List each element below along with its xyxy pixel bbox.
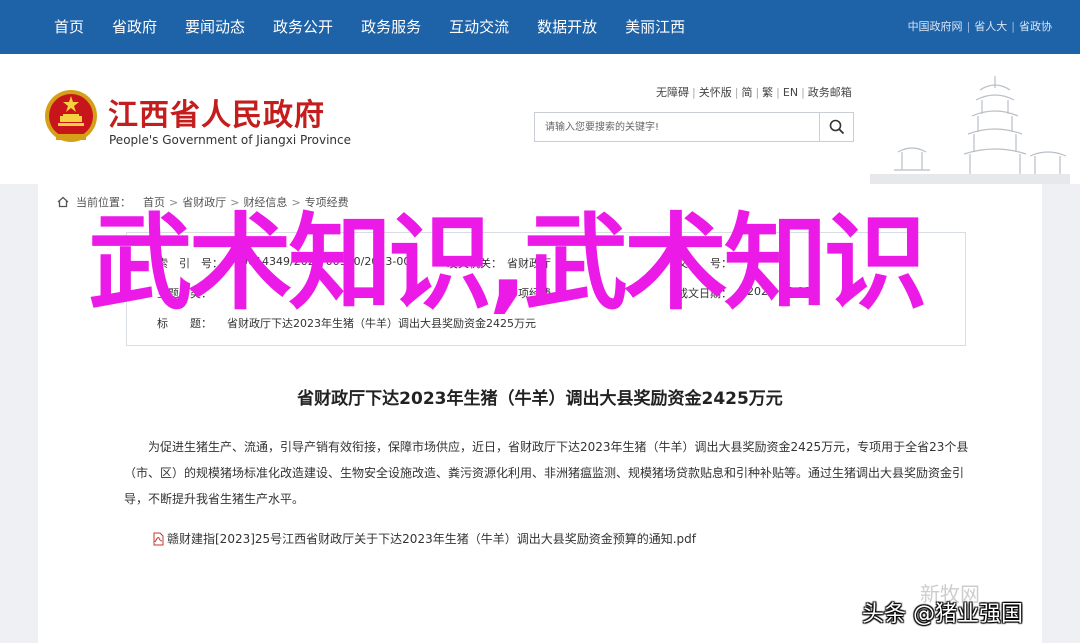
search-icon xyxy=(829,119,844,135)
utility-links: 无障碍 | 关怀版 | 简 | 繁 | EN | 政务邮箱 xyxy=(656,84,852,100)
breadcrumb-special-funds[interactable]: 专项经费 xyxy=(305,194,349,210)
breadcrumb-home[interactable]: 首页 xyxy=(143,194,165,210)
breadcrumb-label: 当前位置： xyxy=(76,196,131,209)
pagoda-illustration xyxy=(870,76,1070,184)
article-title: 省财政厅下达2023年生猪（牛羊）调出大县奖励资金2425万元 xyxy=(297,389,783,409)
site-header: 江西省人民政府 People's Government of Jiangxi P… xyxy=(0,54,1080,184)
link-central-gov[interactable]: 中国政府网 xyxy=(908,20,963,33)
link-simplified[interactable]: 简 xyxy=(741,86,752,99)
document-metadata-table: 索 引 号： 000014349/2023-00970/2023-003 发文机… xyxy=(126,232,966,346)
divider: | xyxy=(776,86,780,99)
nav-item-gov-affairs[interactable]: 政务公开 xyxy=(259,0,347,54)
site-subtitle-en: People's Government of Jiangxi Province xyxy=(109,133,352,147)
link-english[interactable]: EN xyxy=(783,86,798,99)
meta-category-label: 主题分类： xyxy=(157,287,212,300)
meta-date-value: 2023-05-09 xyxy=(747,285,811,298)
nav-item-gov-services[interactable]: 政务服务 xyxy=(347,0,435,54)
link-provincial-cppcc[interactable]: 省政协 xyxy=(1019,20,1052,33)
article-body: 为促进生猪生产、流通，引导产销有效衔接，保障市场供应，近日，省财政厅下达2023… xyxy=(124,440,969,506)
nav-item-home[interactable]: 首页 xyxy=(40,0,98,54)
meta-docno-label: 文 号： xyxy=(677,257,732,270)
attachment-filename[interactable]: 赣财建指[2023]25号江西省财政厅关于下达2023年生猪（牛羊）调出大县奖励… xyxy=(167,530,696,547)
attachment-link[interactable]: 赣财建指[2023]25号江西省财政厅关于下达2023年生猪（牛羊）调出大县奖励… xyxy=(152,530,696,547)
nav-item-news[interactable]: 要闻动态 xyxy=(171,0,259,54)
meta-issuer-label: 发文机关： xyxy=(447,257,502,270)
breadcrumb-finance-info[interactable]: 财经信息 xyxy=(243,194,287,210)
external-links: 中国政府网 | 省人大 | 省政协 xyxy=(908,0,1052,54)
top-nav-bar: 首页 省政府 要闻动态 政务公开 政务服务 互动交流 数据开放 美丽江西 中国政… xyxy=(0,0,1080,54)
divider: | xyxy=(1011,20,1015,33)
meta-index-value: 000014349/2023-00970/2023-003 xyxy=(227,255,418,268)
meta-date-label: 成文日期： xyxy=(677,287,732,300)
meta-title-label: 标 题： xyxy=(157,317,212,330)
home-icon xyxy=(57,196,69,208)
divider: | xyxy=(755,86,760,99)
breadcrumb-separator: > xyxy=(291,195,301,209)
breadcrumb-separator: > xyxy=(169,195,179,209)
link-traditional[interactable]: 繁 xyxy=(762,86,773,99)
search-box xyxy=(534,112,854,142)
divider: | xyxy=(801,86,805,99)
search-button[interactable] xyxy=(819,113,853,141)
breadcrumb: 当前位置： 首页 > 省财政厅 > 财经信息 > 专项经费 xyxy=(56,194,349,210)
link-care-mode[interactable]: 关怀版 xyxy=(699,86,732,99)
meta-title-value: 省财政厅下达2023年生猪（牛羊）调出大县奖励资金2425万元 xyxy=(227,317,536,330)
watermark-author: 头条 @猪业强国 xyxy=(862,602,1023,627)
nav-item-interaction[interactable]: 互动交流 xyxy=(435,0,523,54)
breadcrumb-separator: > xyxy=(230,195,240,209)
meta-issuer-value: 省财政厅 xyxy=(507,257,551,270)
main-nav: 首页 省政府 要闻动态 政务公开 政务服务 互动交流 数据开放 美丽江西 xyxy=(40,0,699,54)
search-input[interactable] xyxy=(535,113,819,141)
link-gov-mail[interactable]: 政务邮箱 xyxy=(808,86,852,99)
nav-item-provincial-gov[interactable]: 省政府 xyxy=(98,0,171,54)
national-emblem-icon xyxy=(45,90,97,142)
link-accessibility[interactable]: 无障碍 xyxy=(656,86,689,99)
meta-index-label: 索 引 号： xyxy=(157,257,223,270)
divider: | xyxy=(734,86,739,99)
site-title[interactable]: 江西省人民政府 xyxy=(108,90,325,134)
link-provincial-congress[interactable]: 省人大 xyxy=(974,20,1007,33)
divider: | xyxy=(966,20,971,33)
content-panel: 当前位置： 首页 > 省财政厅 > 财经信息 > 专项经费 索 引 号： 000… xyxy=(38,184,1042,643)
nav-item-open-data[interactable]: 数据开放 xyxy=(523,0,611,54)
meta-category-value: 专项经费 xyxy=(507,287,551,300)
divider: | xyxy=(692,86,696,99)
nav-item-beautiful-jiangxi[interactable]: 美丽江西 xyxy=(611,0,699,54)
pdf-icon xyxy=(153,532,164,545)
breadcrumb-finance-dept[interactable]: 省财政厅 xyxy=(182,194,226,210)
